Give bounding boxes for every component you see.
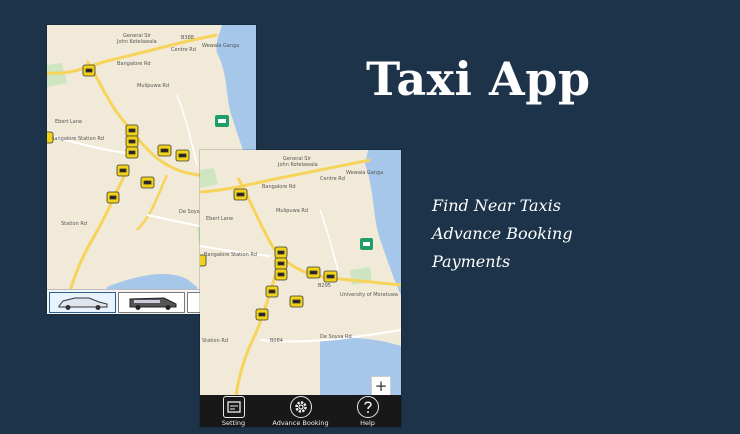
map-label: Bangalore Station Rd <box>51 136 104 142</box>
page-title: Taxi App <box>366 52 591 106</box>
map-label: B084 <box>270 338 283 344</box>
help-label: Help <box>360 419 375 427</box>
taxi-marker[interactable] <box>175 149 190 162</box>
feature-item: Payments <box>432 252 511 271</box>
map-label: Station Rd <box>61 221 87 227</box>
taxi-marker[interactable] <box>323 270 338 283</box>
taxi-marker[interactable] <box>233 188 248 201</box>
advance-booking-button[interactable]: Advance Booking <box>271 396 331 427</box>
feature-list: Find Near Taxis Advance Booking Payments <box>432 192 573 276</box>
map-label: B388 <box>181 35 194 41</box>
taxi-marker[interactable] <box>289 295 304 308</box>
map-label: Ebert Lane <box>206 216 233 222</box>
promo-canvas: General Sir John Kotelawala Centre Rd We… <box>0 0 740 434</box>
taxi-marker[interactable] <box>106 191 120 204</box>
taxi-marker[interactable] <box>200 254 207 267</box>
destination-marker[interactable] <box>215 115 229 127</box>
taxi-marker[interactable] <box>125 135 139 148</box>
map-label: Wewala Ganga <box>346 170 383 176</box>
map-label: Wewala Ganga <box>202 43 239 49</box>
help-button[interactable]: Help <box>338 396 398 427</box>
front-phone-screen: General Sir John Kotelawala Centre Rd We… <box>200 150 401 427</box>
map-label: De Soysa Rd <box>320 334 352 340</box>
feature-item: Find Near Taxis <box>432 196 561 215</box>
map-label: Station Rd <box>202 338 228 344</box>
taxi-marker[interactable] <box>274 257 288 270</box>
map-label: B295 <box>318 283 331 289</box>
map-label: University of Moratuwa <box>340 292 398 298</box>
taxi-marker[interactable] <box>82 64 96 77</box>
setting-button[interactable]: Setting <box>204 396 264 427</box>
map-label: Bangalore Rd <box>262 184 296 190</box>
taxi-marker[interactable] <box>125 146 139 159</box>
vehicle-tab-van[interactable] <box>118 292 185 313</box>
taxi-marker[interactable] <box>125 124 139 137</box>
feature-item: Advance Booking <box>432 224 573 243</box>
advance-booking-label: Advance Booking <box>272 419 329 427</box>
front-map[interactable]: General Sir John Kotelawala Centre Rd We… <box>200 150 401 395</box>
setting-label: Setting <box>221 419 246 427</box>
taxi-marker[interactable] <box>157 144 172 157</box>
map-label: Centre Rd <box>320 176 345 182</box>
taxi-marker[interactable] <box>47 131 54 144</box>
taxi-marker[interactable] <box>274 246 288 259</box>
van-icon <box>129 296 176 310</box>
taxi-marker[interactable] <box>255 308 269 321</box>
map-label: John Kotelawala <box>116 39 157 45</box>
sedan-car-icon <box>58 297 107 310</box>
taxi-marker[interactable] <box>265 285 279 298</box>
taxi-marker[interactable] <box>274 268 288 281</box>
map-label: Bangalore Station Rd <box>204 252 257 258</box>
map-label: Bangalore Rd <box>117 61 151 67</box>
map-label: Mulipuwa Rd <box>137 83 169 89</box>
help-icon <box>356 396 379 418</box>
zoom-in-button[interactable]: + <box>371 376 391 396</box>
destination-marker[interactable] <box>360 238 373 250</box>
taxi-marker[interactable] <box>306 266 321 279</box>
map-label: Ebert Lane <box>55 119 82 125</box>
map-label: John Kotelawala <box>277 162 318 168</box>
app-bottom-bar: Setting Advance Booking Help <box>200 395 401 427</box>
gear-icon <box>289 396 312 418</box>
map-label: Centre Rd <box>171 47 196 53</box>
settings-icon <box>222 396 245 418</box>
taxi-marker[interactable] <box>116 164 130 177</box>
vehicle-tab-sedan[interactable] <box>49 292 116 313</box>
map-label: Mulipuwa Rd <box>276 208 308 214</box>
taxi-marker[interactable] <box>140 176 155 189</box>
